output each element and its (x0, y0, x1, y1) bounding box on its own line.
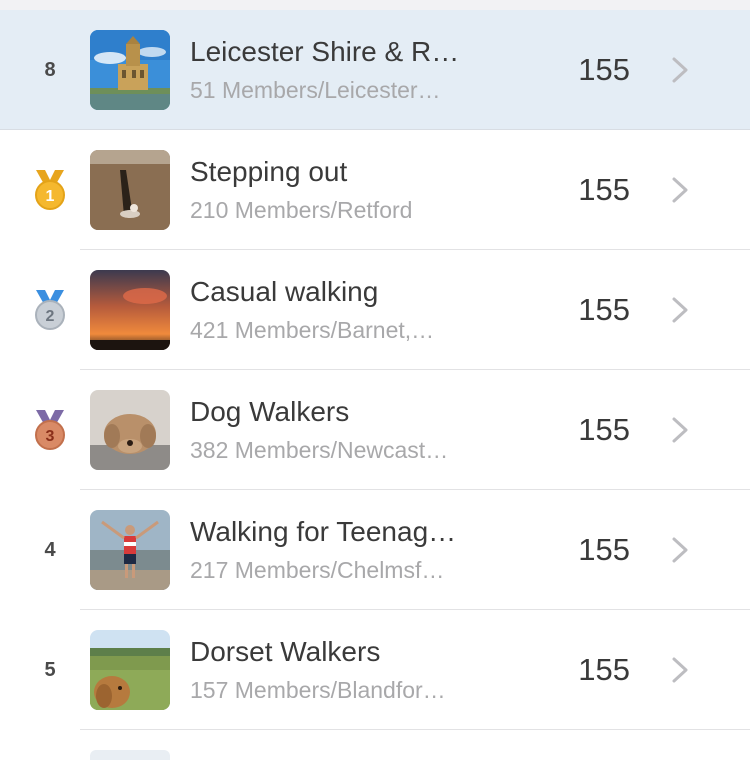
dog-resting-image (90, 390, 170, 470)
rank-cell: 4 (0, 539, 100, 562)
group-name: Dog Walkers (190, 396, 350, 427)
group-members-location: 157 Members/Blandfor… (190, 677, 446, 703)
chevron-right-icon (672, 177, 688, 203)
next-list-item-partial[interactable] (0, 750, 750, 780)
dog-field-image (90, 630, 170, 710)
group-thumbnail (90, 630, 170, 710)
rank-cell: 3 (0, 408, 100, 452)
person-beach-image (90, 510, 170, 590)
group-score: 155 (578, 292, 630, 327)
chevron-right-icon (672, 297, 688, 323)
group-thumbnail-partial (90, 750, 170, 760)
medal-rank: 2 (46, 308, 55, 325)
group-thumbnail (90, 270, 170, 350)
building-image (90, 30, 170, 110)
group-members-location: 210 Members/Retford (190, 197, 413, 223)
top-bar (0, 0, 750, 10)
group-members-location: 382 Members/Newcast… (190, 437, 449, 463)
chevron-right-icon (672, 417, 688, 443)
rank-cell: 2 (0, 288, 100, 332)
group-members-location: 421 Members/Barnet,… (190, 317, 435, 343)
list-item[interactable]: 3 Dog Walkers 382 Members/Newcast… 155 (0, 370, 750, 490)
list-item[interactable]: 1 Stepping out 210 Members/Retford 155 (0, 130, 750, 250)
group-members-location: 51 Members/Leicester… (190, 77, 441, 103)
group-name: Casual walking (190, 276, 379, 307)
list-item[interactable]: 5 Dorset Walkers 157 Members/Blandfor… 1… (0, 610, 750, 730)
group-thumbnail (90, 30, 170, 110)
group-thumbnail (90, 390, 170, 470)
rank-cell: 8 (0, 59, 100, 82)
rank-number: 5 (44, 658, 56, 681)
group-score: 155 (578, 652, 630, 687)
bronze-medal-icon: 3 (35, 410, 65, 450)
medal-rank: 3 (46, 428, 55, 445)
list-item[interactable]: 8 Leicester Shire & R… 51 Members/Leices… (0, 10, 750, 130)
group-thumbnail (90, 510, 170, 590)
beach-shadow-image (90, 150, 170, 230)
group-members-location: 217 Members/Chelmsf… (190, 557, 445, 583)
group-thumbnail (90, 150, 170, 230)
rank-number: 4 (44, 538, 56, 561)
row-divider (80, 729, 750, 730)
chevron-right-icon (672, 537, 688, 563)
group-name: Stepping out (190, 156, 348, 187)
group-name: Dorset Walkers (190, 636, 381, 667)
gold-medal-icon: 1 (35, 170, 65, 210)
chevron-right-icon (672, 657, 688, 683)
group-score: 155 (578, 172, 630, 207)
rank-number: 8 (44, 58, 56, 81)
leaderboard-list: 8 Leicester Shire & R… 51 Members/Leices… (0, 10, 750, 780)
group-score: 155 (578, 412, 630, 447)
rank-cell: 5 (0, 659, 100, 682)
group-score: 155 (578, 52, 630, 87)
list-item[interactable]: 2 Casual walking 421 Members/Barnet,… 15… (0, 250, 750, 370)
group-name: Leicester Shire & R… (190, 36, 460, 67)
group-name: Walking for Teenag… (190, 516, 457, 547)
medal-rank: 1 (46, 188, 55, 205)
group-score: 155 (578, 532, 630, 567)
rank-cell: 1 (0, 168, 100, 212)
list-item[interactable]: 4 Walking for Teenag… 217 Members/Chelms… (0, 490, 750, 610)
chevron-right-icon (672, 57, 688, 83)
sunset-image (90, 270, 170, 350)
silver-medal-icon: 2 (35, 290, 65, 330)
